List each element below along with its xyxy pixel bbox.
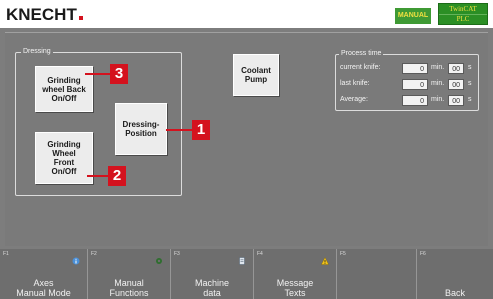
f2-manual-functions-button[interactable]: F2 Manual Functions bbox=[88, 249, 171, 299]
callout-3-line bbox=[85, 73, 110, 75]
min-unit-label: min. bbox=[431, 64, 445, 71]
info-icon bbox=[72, 257, 80, 265]
f3-key-number: F3 bbox=[174, 251, 180, 257]
f4-label: Message Texts bbox=[276, 278, 314, 298]
f1-axes-manual-mode-button[interactable]: F1 Axes Manual Mode bbox=[0, 249, 88, 299]
warning-icon bbox=[321, 257, 329, 265]
min-unit-label: min. bbox=[431, 80, 445, 87]
main-panel: Dressing Grinding wheel Back On/Off Grin… bbox=[5, 32, 488, 246]
coolant-pump-button[interactable]: Coolant Pump bbox=[233, 54, 279, 96]
f3-machine-data-button[interactable]: F3 Machine data bbox=[171, 249, 254, 299]
f4-message-texts-button[interactable]: F4 Message Texts bbox=[254, 249, 337, 299]
dressing-group-title: Dressing bbox=[21, 48, 53, 56]
plc-status-indicator: TwinCAT PLC bbox=[438, 3, 488, 25]
f1-key-number: F1 bbox=[3, 251, 9, 257]
plc-label-line1: TwinCAT bbox=[449, 5, 477, 13]
sec-unit-label: s bbox=[468, 80, 472, 87]
last-knife-sec-field: 00 bbox=[448, 79, 464, 90]
sec-unit-label: s bbox=[468, 96, 472, 103]
f6-back-button[interactable]: F6 Back bbox=[417, 249, 493, 299]
knecht-logo: KNECHT bbox=[6, 5, 83, 25]
sec-unit-label: s bbox=[468, 64, 472, 71]
average-min-field: 0 bbox=[402, 95, 428, 106]
mode-indicator: MANUAL bbox=[395, 8, 431, 24]
last-knife-min-field: 0 bbox=[402, 79, 428, 90]
plc-label-line2: PLC bbox=[439, 14, 487, 24]
f6-key-number: F6 bbox=[420, 251, 426, 257]
f3-label: Machine data bbox=[194, 278, 230, 298]
current-knife-sec-field: 00 bbox=[448, 63, 464, 74]
header-bar: KNECHT MANUAL TwinCAT PLC bbox=[0, 0, 493, 28]
callout-1-marker: 1 bbox=[192, 120, 210, 140]
grinding-wheel-front-button[interactable]: Grinding Wheel Front On/Off bbox=[35, 132, 93, 184]
callout-3-marker: 3 bbox=[110, 64, 128, 84]
f6-label: Back bbox=[444, 288, 465, 298]
f2-key-number: F2 bbox=[91, 251, 97, 257]
document-icon bbox=[239, 257, 245, 265]
min-unit-label: min. bbox=[431, 96, 445, 103]
process-time-label: Average: bbox=[340, 96, 368, 103]
callout-1-line bbox=[166, 129, 192, 131]
callout-2-marker: 2 bbox=[108, 166, 126, 186]
current-knife-min-field: 0 bbox=[402, 63, 428, 74]
f5-empty-button[interactable]: F5 bbox=[337, 249, 417, 299]
callout-2-line bbox=[87, 175, 108, 177]
f2-label: Manual Functions bbox=[109, 278, 149, 298]
average-sec-field: 00 bbox=[448, 95, 464, 106]
f4-key-number: F4 bbox=[257, 251, 263, 257]
f1-label: Axes Manual Mode bbox=[16, 278, 71, 298]
gear-icon bbox=[156, 258, 162, 264]
process-time-title: Process time bbox=[339, 50, 384, 58]
f5-key-number: F5 bbox=[340, 251, 346, 257]
process-time-label: last knife: bbox=[340, 80, 370, 87]
dressing-position-button[interactable]: Dressing- Position bbox=[115, 103, 167, 155]
process-time-label: current knife: bbox=[340, 64, 381, 71]
